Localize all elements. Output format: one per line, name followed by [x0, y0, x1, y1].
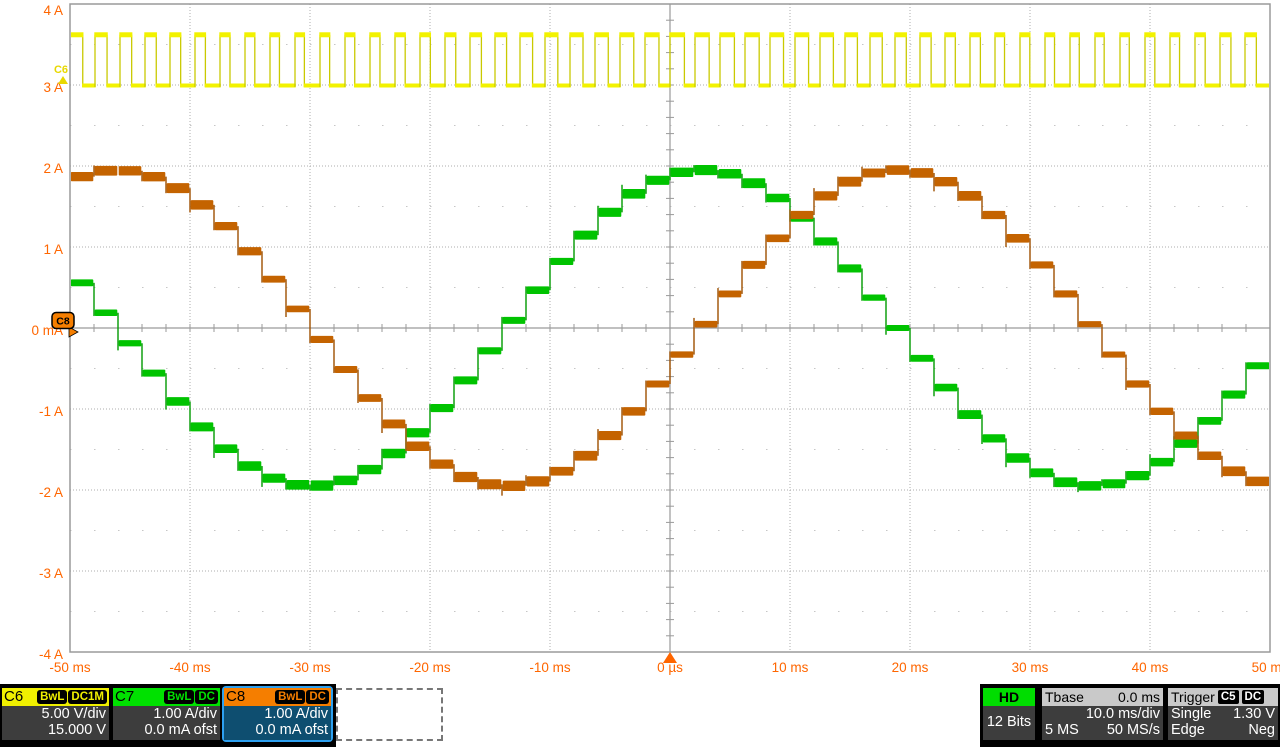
- x-axis-label: 20 ms: [892, 660, 929, 675]
- channel-header-c8[interactable]: C8 BwLDC: [224, 688, 331, 706]
- vertical-offset: 0.0 mA ofst: [227, 722, 328, 738]
- x-axis-label: -40 ms: [169, 660, 211, 675]
- hd-resolution-box[interactable]: HD 12 Bits: [983, 688, 1035, 740]
- svg-text:C6: C6: [54, 64, 68, 76]
- hd-header: HD: [983, 688, 1035, 706]
- trigger-level: 1.30 V: [1233, 706, 1275, 722]
- trigger-label: Trigger: [1171, 689, 1215, 705]
- channel-settings[interactable]: 1.00 A/div 0.0 mA ofst: [224, 706, 331, 740]
- x-axis-label: -30 ms: [289, 660, 331, 675]
- timebase-scale: 10.0 ms/div: [1045, 706, 1160, 722]
- trigger-descriptor[interactable]: Trigger C5 DC Single 1.30 V Edge Neg: [1168, 688, 1278, 740]
- channel-header-c6[interactable]: C6 BwLDC1M: [2, 688, 109, 706]
- x-axis-label: 50 ms: [1252, 660, 1280, 675]
- trace-c8[interactable]: [71, 165, 1280, 495]
- y-axis-label: -2 A: [39, 485, 63, 500]
- x-axis-label: -20 ms: [409, 660, 451, 675]
- coupling-badge: DC: [306, 690, 329, 704]
- svg-text:C8: C8: [56, 316, 70, 328]
- trigger-coupling-badge: DC: [1242, 690, 1265, 704]
- x-axis-label: -50 ms: [49, 660, 91, 675]
- channel-descriptor-c7[interactable]: C7 BwLDC 1.00 A/div 0.0 mA ofst: [113, 688, 220, 740]
- graticule: [70, 4, 1270, 652]
- timebase-settings[interactable]: 10.0 ms/div 5 MS 50 MS/s: [1042, 706, 1163, 740]
- y-axis-label: -1 A: [39, 404, 63, 419]
- timebase-offset: 0.0 ms: [1118, 689, 1160, 705]
- hd-bits: 12 Bits: [983, 706, 1035, 740]
- channel-descriptor-c8[interactable]: C8 BwLDC 1.00 A/div 0.0 mA ofst: [224, 688, 331, 740]
- coupling-badge: DC: [195, 690, 218, 704]
- trigger-settings[interactable]: Single 1.30 V Edge Neg: [1168, 706, 1278, 740]
- x-axis-label: 10 ms: [772, 660, 809, 675]
- y-axis-label: -3 A: [39, 566, 63, 581]
- channel-descriptor-c6[interactable]: C6 BwLDC1M 5.00 V/div 15.000 V: [2, 688, 109, 740]
- axis-labels: 4 A3 A2 A1 A0 mA-1 A-2 A-3 A-4 A-50 ms-4…: [31, 3, 1280, 675]
- empty-channel-slot[interactable]: [336, 688, 443, 741]
- channel-badges: BwLDC: [164, 690, 218, 704]
- channel-id: C7: [115, 688, 134, 706]
- bandwidth-limit-badge: BwL: [164, 690, 194, 704]
- vertical-scale: 1.00 A/div: [227, 706, 328, 722]
- sample-count: 5 MS: [1045, 722, 1079, 738]
- y-axis-label: 4 A: [43, 3, 63, 18]
- y-axis-label: 1 A: [43, 242, 63, 257]
- trigger-position-marker[interactable]: [663, 652, 677, 663]
- bandwidth-limit-badge: BwL: [275, 690, 305, 704]
- channel-badges: BwLDC1M: [37, 690, 107, 704]
- x-axis-label: 40 ms: [1132, 660, 1169, 675]
- channel-badges: BwLDC: [275, 690, 329, 704]
- y-axis-label: 2 A: [43, 161, 63, 176]
- waveform-display: 4 A3 A2 A1 A0 mA-1 A-2 A-3 A-4 A-50 ms-4…: [0, 0, 1280, 684]
- sample-rate: 50 MS/s: [1107, 722, 1160, 738]
- oscilloscope-screen: 4 A3 A2 A1 A0 mA-1 A-2 A-3 A-4 A-50 ms-4…: [0, 0, 1280, 747]
- channel-settings[interactable]: 5.00 V/div 15.000 V: [2, 706, 109, 740]
- trigger-source-badge: C5: [1218, 690, 1239, 704]
- timebase-label: Tbase: [1045, 689, 1084, 705]
- vertical-offset: 15.000 V: [5, 722, 106, 738]
- trigger-mode: Single: [1171, 706, 1211, 722]
- x-axis-label: -10 ms: [529, 660, 571, 675]
- x-axis-label: 30 ms: [1012, 660, 1049, 675]
- trigger-type: Edge: [1171, 722, 1205, 738]
- coupling-badge: DC1M: [68, 690, 107, 704]
- channel-id: C8: [226, 688, 245, 706]
- channel-settings[interactable]: 1.00 A/div 0.0 mA ofst: [113, 706, 220, 740]
- vertical-scale: 5.00 V/div: [5, 706, 106, 722]
- trigger-header[interactable]: Trigger C5 DC: [1168, 688, 1278, 706]
- trigger-slope: Neg: [1248, 722, 1275, 738]
- bandwidth-limit-badge: BwL: [37, 690, 67, 704]
- channel-id: C6: [4, 688, 23, 706]
- vertical-offset: 0.0 mA ofst: [116, 722, 217, 738]
- trace-c6[interactable]: [69, 32, 1270, 87]
- timebase-header[interactable]: Tbase 0.0 ms: [1042, 688, 1163, 706]
- vertical-scale: 1.00 A/div: [116, 706, 217, 722]
- channel-header-c7[interactable]: C7 BwLDC: [113, 688, 220, 706]
- timebase-descriptor[interactable]: Tbase 0.0 ms 10.0 ms/div 5 MS 50 MS/s: [1042, 688, 1163, 740]
